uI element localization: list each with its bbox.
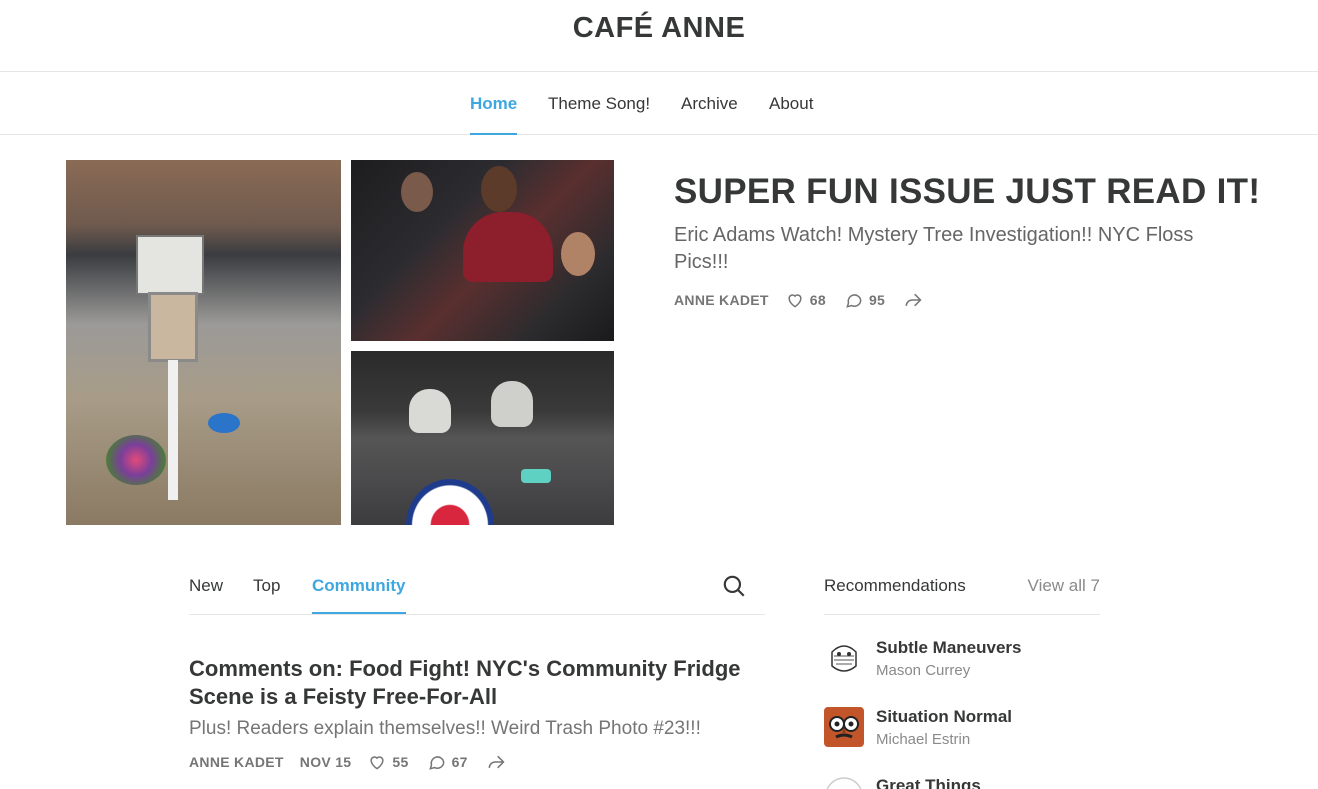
- post-date: NOV 15: [299, 754, 352, 770]
- post-title[interactable]: Comments on: Food Fight! NYC's Community…: [189, 655, 769, 711]
- photo-shoe: [491, 381, 533, 427]
- hero-author[interactable]: ANNE KADET: [674, 292, 769, 308]
- sketch-face-icon: [824, 638, 864, 678]
- post-meta: ANNE KADET NOV 15 55 67: [189, 752, 529, 772]
- hero-like-count: 68: [809, 292, 826, 308]
- recommendation-author: Mason Currey: [876, 662, 971, 679]
- recommendations-header: Recommendations View all 7: [824, 558, 1100, 615]
- photo-sign: [136, 235, 204, 295]
- hero-share-button[interactable]: [903, 290, 928, 310]
- photo-person: [401, 172, 433, 212]
- recommendations-title: Recommendations: [824, 576, 966, 595]
- photo-voted-sticker: [406, 479, 494, 525]
- comment-icon: [428, 756, 444, 770]
- search-icon: [723, 575, 745, 597]
- recommendation-item[interactable]: Great Things: [824, 776, 1100, 789]
- glasses-face-icon: [824, 707, 864, 747]
- main-nav: Home Theme Song! Archive About: [0, 73, 1318, 135]
- post-comment-count: 67: [451, 754, 468, 770]
- comment-icon: [846, 294, 862, 308]
- site-title[interactable]: CAFÉ ANNE: [0, 12, 1318, 45]
- nav-theme-song[interactable]: Theme Song!: [548, 94, 650, 135]
- photo-bowl: [208, 413, 240, 433]
- post-author[interactable]: ANNE KADET: [189, 754, 284, 770]
- nav-archive[interactable]: Archive: [681, 94, 738, 135]
- recommendation-author: Michael Estrin: [876, 731, 971, 748]
- hero-subtitle: Eric Adams Watch! Mystery Tree Investiga…: [674, 224, 1194, 273]
- photo-person: [481, 166, 517, 212]
- post-like-count: 55: [392, 754, 409, 770]
- tab-community[interactable]: Community: [312, 576, 406, 614]
- view-all-link[interactable]: View all 7: [1028, 576, 1100, 596]
- masthead: CAFÉ ANNE: [0, 0, 1318, 72]
- photo-shoe: [409, 389, 451, 433]
- hero-comment-count: 95: [868, 292, 886, 308]
- hero-meta: ANNE KADET 68 95: [674, 290, 946, 310]
- heart-icon: [370, 756, 384, 770]
- photo-floss-pick: [521, 469, 551, 483]
- hero-title[interactable]: SUPER FUN ISSUE JUST READ IT!: [674, 172, 1260, 212]
- recommendation-item[interactable]: Situation Normal Michael Estrin: [824, 707, 1100, 759]
- recommendation-name: Great Things: [876, 776, 981, 789]
- nav-home[interactable]: Home: [470, 94, 518, 135]
- photo-frame: [148, 292, 198, 362]
- share-icon: [488, 755, 505, 769]
- post-like-button[interactable]: 55: [367, 752, 408, 772]
- post-share-button[interactable]: [486, 752, 511, 772]
- search-button[interactable]: [721, 573, 747, 599]
- heart-icon: [788, 294, 802, 308]
- avatar: [824, 776, 864, 789]
- hero-photo-sneakers[interactable]: [351, 351, 614, 525]
- photo-flowers: [106, 435, 166, 485]
- avatar: [824, 707, 864, 747]
- post-tabs: New Top Community: [189, 558, 765, 615]
- hero-comment-button[interactable]: 95: [844, 290, 885, 310]
- recommendation-name: Situation Normal: [876, 707, 1013, 726]
- avatar: [824, 638, 864, 678]
- post-comment-button[interactable]: 67: [427, 752, 468, 772]
- hero-photo-group[interactable]: [351, 160, 614, 341]
- circle-avatar-icon: [826, 777, 862, 789]
- share-icon: [905, 293, 922, 307]
- photo-person: [561, 232, 595, 276]
- nav-about[interactable]: About: [769, 94, 813, 135]
- tab-top[interactable]: Top: [253, 576, 280, 614]
- post-subtitle: Plus! Readers explain themselves!! Weird…: [189, 718, 701, 739]
- recommendation-name: Subtle Maneuvers: [876, 638, 1022, 657]
- recommendation-item[interactable]: Subtle Maneuvers Mason Currey: [824, 638, 1100, 690]
- hero-like-button[interactable]: 68: [785, 290, 826, 310]
- tab-new[interactable]: New: [189, 576, 223, 614]
- photo-post: [168, 360, 178, 500]
- hero-photo-tree[interactable]: [66, 160, 341, 525]
- photo-person-jacket: [463, 212, 553, 282]
